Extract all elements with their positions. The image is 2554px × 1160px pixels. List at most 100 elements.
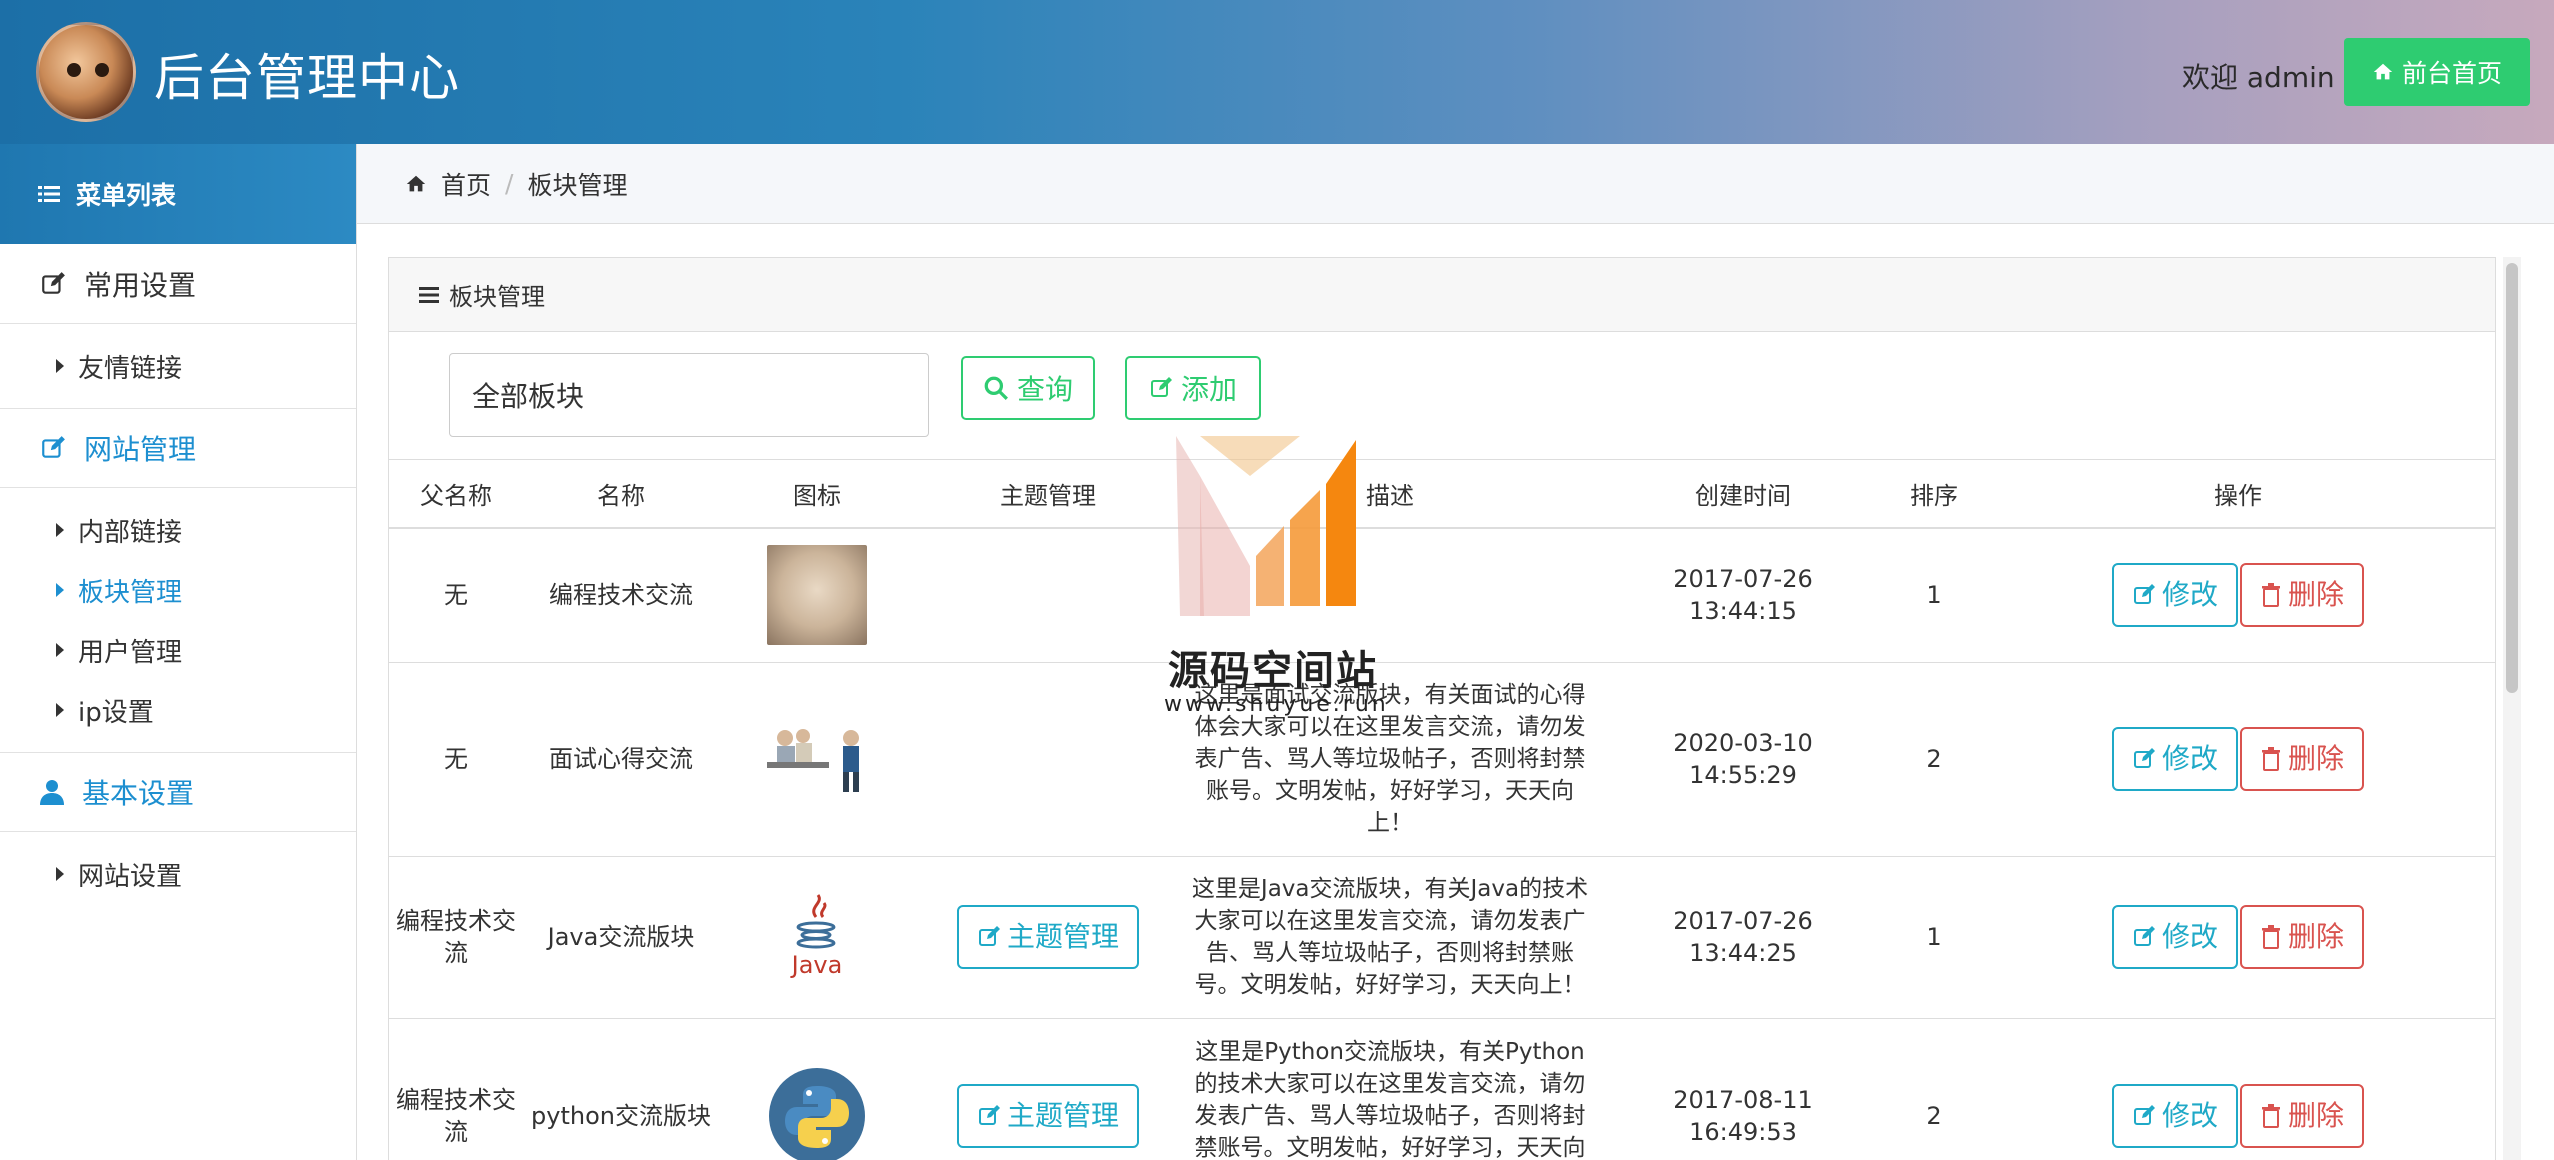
created-time: 16:49:53 bbox=[1689, 1118, 1797, 1146]
cell-actions: 修改 删除 bbox=[1981, 662, 2495, 857]
frontpage-button-label: 前台首页 bbox=[2401, 59, 2502, 88]
edit-button-label: 修改 bbox=[2161, 742, 2218, 775]
cell-order: 1 bbox=[1887, 528, 1981, 663]
cell-topic bbox=[915, 662, 1181, 857]
edit-button[interactable]: 修改 bbox=[2111, 727, 2238, 791]
edit-icon bbox=[978, 1105, 1000, 1125]
edit-button[interactable]: 修改 bbox=[2111, 563, 2238, 628]
cell-actions: 修改 删除 bbox=[1981, 1018, 2495, 1160]
cell-name: Java交流版块 bbox=[523, 856, 719, 1019]
table-row: 编程技术交流 Java交流版块 Java 主题管理 这里是Java交流版块，有关… bbox=[389, 856, 2495, 1019]
cell-order: 2 bbox=[1887, 1018, 1981, 1160]
created-date: 2020-03-10 bbox=[1673, 729, 1813, 757]
python-icon bbox=[769, 1068, 865, 1160]
sidebar-item-internal-links[interactable]: 内部链接 bbox=[0, 500, 356, 560]
cell-name: 面试心得交流 bbox=[523, 662, 719, 857]
sidebar-group-label: 常用设置 bbox=[84, 268, 197, 302]
column-header: 描述 bbox=[1181, 460, 1599, 529]
breadcrumb-home[interactable]: 首页 bbox=[441, 166, 491, 202]
home-icon bbox=[406, 175, 426, 191]
sidebar-item-label: 友情链接 bbox=[78, 353, 183, 384]
watermark-text: 源码空间站 bbox=[1168, 648, 1378, 694]
edit-icon bbox=[978, 926, 1000, 946]
cell-icon bbox=[719, 662, 915, 857]
cell-parent: 编程技术交流 bbox=[389, 856, 523, 1019]
edit-button[interactable]: 修改 bbox=[2111, 905, 2238, 969]
edit-button-label: 修改 bbox=[2161, 920, 2218, 953]
sidebar-item-label: 网站设置 bbox=[78, 861, 183, 892]
topic-button-label: 主题管理 bbox=[1006, 1099, 1119, 1132]
delete-button[interactable]: 删除 bbox=[2240, 905, 2365, 969]
cell-order: 1 bbox=[1887, 856, 1981, 1019]
cell-topic: 主题管理 bbox=[915, 1018, 1181, 1160]
cell-created: 2017-07-26 13:44:15 bbox=[1599, 528, 1887, 663]
menu-icon bbox=[419, 286, 439, 303]
search-button[interactable]: 查询 bbox=[961, 356, 1095, 420]
topic-management-button[interactable]: 主题管理 bbox=[956, 905, 1139, 969]
sidebar-group-site[interactable]: 网站管理 bbox=[0, 408, 356, 488]
search-icon bbox=[984, 376, 1008, 400]
java-logo-text: Java bbox=[791, 951, 843, 979]
table-row: 无 面试心得交流 这里是面试交流版块，有关面试的心得体会大家可以在这里发言交流，… bbox=[389, 662, 2495, 857]
sidebar-group-label: 网站管理 bbox=[84, 433, 197, 466]
description-text: 这里是Java交流版块，有关Java的技术大家可以在这里发言交流，请勿发表广告、… bbox=[1191, 876, 1589, 998]
caret-right-icon bbox=[56, 583, 64, 597]
delete-button[interactable]: 删除 bbox=[2240, 727, 2365, 791]
sidebar-item-label: 用户管理 bbox=[78, 637, 183, 668]
add-button[interactable]: 添加 bbox=[1125, 356, 1261, 420]
created-date: 2017-08-11 bbox=[1673, 1086, 1813, 1114]
board-filter-select[interactable]: 全部板块 bbox=[449, 353, 929, 437]
sidebar-group-common[interactable]: 常用设置 bbox=[0, 244, 356, 324]
created-time: 13:44:15 bbox=[1689, 597, 1797, 626]
sidebar-item-friend-links[interactable]: 友情链接 bbox=[0, 336, 356, 396]
sidebar-heading-label: 菜单列表 bbox=[76, 181, 177, 210]
frontpage-button[interactable]: 前台首页 bbox=[2344, 38, 2530, 106]
sidebar-item-ip-settings[interactable]: ip设置 bbox=[0, 680, 356, 740]
cell-created: 2017-08-11 16:49:53 bbox=[1599, 1018, 1887, 1160]
cell-desc: 这里是Java交流版块，有关Java的技术大家可以在这里发言交流，请勿发表广告、… bbox=[1181, 856, 1599, 1019]
sidebar-item-user-management[interactable]: 用户管理 bbox=[0, 620, 356, 680]
panel-header: 板块管理 bbox=[389, 258, 2495, 332]
column-header: 图标 bbox=[719, 460, 915, 529]
column-header: 排序 bbox=[1887, 460, 1981, 529]
sidebar-group-label: 基本设置 bbox=[82, 777, 195, 810]
app-header: 后台管理中心 欢迎 admin 前台首页 bbox=[0, 0, 2554, 144]
topic-button-label: 主题管理 bbox=[1006, 920, 1119, 953]
avatar-logo bbox=[36, 22, 136, 122]
created-date: 2017-07-26 bbox=[1673, 565, 1813, 594]
caret-right-icon bbox=[56, 643, 64, 657]
edit-icon bbox=[2133, 584, 2155, 605]
home-icon bbox=[2373, 63, 2393, 80]
edit-icon bbox=[1150, 377, 1172, 397]
edit-icon bbox=[2133, 1105, 2155, 1125]
edit-button[interactable]: 修改 bbox=[2111, 1084, 2238, 1148]
caret-right-icon bbox=[56, 523, 64, 537]
topic-management-button[interactable]: 主题管理 bbox=[956, 1084, 1139, 1148]
caret-right-icon bbox=[56, 867, 64, 881]
sidebar-item-label: ip设置 bbox=[78, 697, 154, 728]
sidebar-item-site-settings[interactable]: 网站设置 bbox=[0, 844, 356, 904]
sidebar-group-basic[interactable]: 基本设置 bbox=[0, 752, 356, 832]
delete-button[interactable]: 删除 bbox=[2240, 1084, 2365, 1148]
cell-topic bbox=[915, 528, 1181, 663]
cell-icon bbox=[719, 1018, 915, 1160]
sidebar: 菜单列表 常用设置 友情链接 网站管理 内部链接 板块管理 用户管理 ip设置 … bbox=[0, 144, 357, 1160]
breadcrumb-separator: / bbox=[505, 169, 514, 198]
created-date: 2017-07-26 bbox=[1673, 907, 1813, 935]
scrollbar-thumb[interactable] bbox=[2506, 263, 2518, 693]
sidebar-item-board-management[interactable]: 板块管理 bbox=[0, 560, 356, 620]
cell-parent: 无 bbox=[389, 528, 523, 663]
cell-topic: 主题管理 bbox=[915, 856, 1181, 1019]
sidebar-heading: 菜单列表 bbox=[0, 144, 356, 244]
board-portrait-icon bbox=[767, 545, 867, 646]
cell-created: 2017-07-26 13:44:25 bbox=[1599, 856, 1887, 1019]
edit-button-label: 修改 bbox=[2161, 1099, 2218, 1132]
vertical-scrollbar[interactable] bbox=[2503, 257, 2521, 1160]
table-row: 编程技术交流 python交流版块 主题管理 这里是Python交流版块，有关P… bbox=[389, 1018, 2495, 1160]
delete-button-label: 删除 bbox=[2288, 578, 2345, 612]
delete-button-label: 删除 bbox=[2288, 1099, 2345, 1132]
table-row: 无 编程技术交流 2017-07-26 13:44:15 1 修改 删除 bbox=[389, 528, 2495, 663]
cell-created: 2020-03-10 14:55:29 bbox=[1599, 662, 1887, 857]
caret-right-icon bbox=[56, 703, 64, 717]
delete-button[interactable]: 删除 bbox=[2240, 563, 2365, 628]
